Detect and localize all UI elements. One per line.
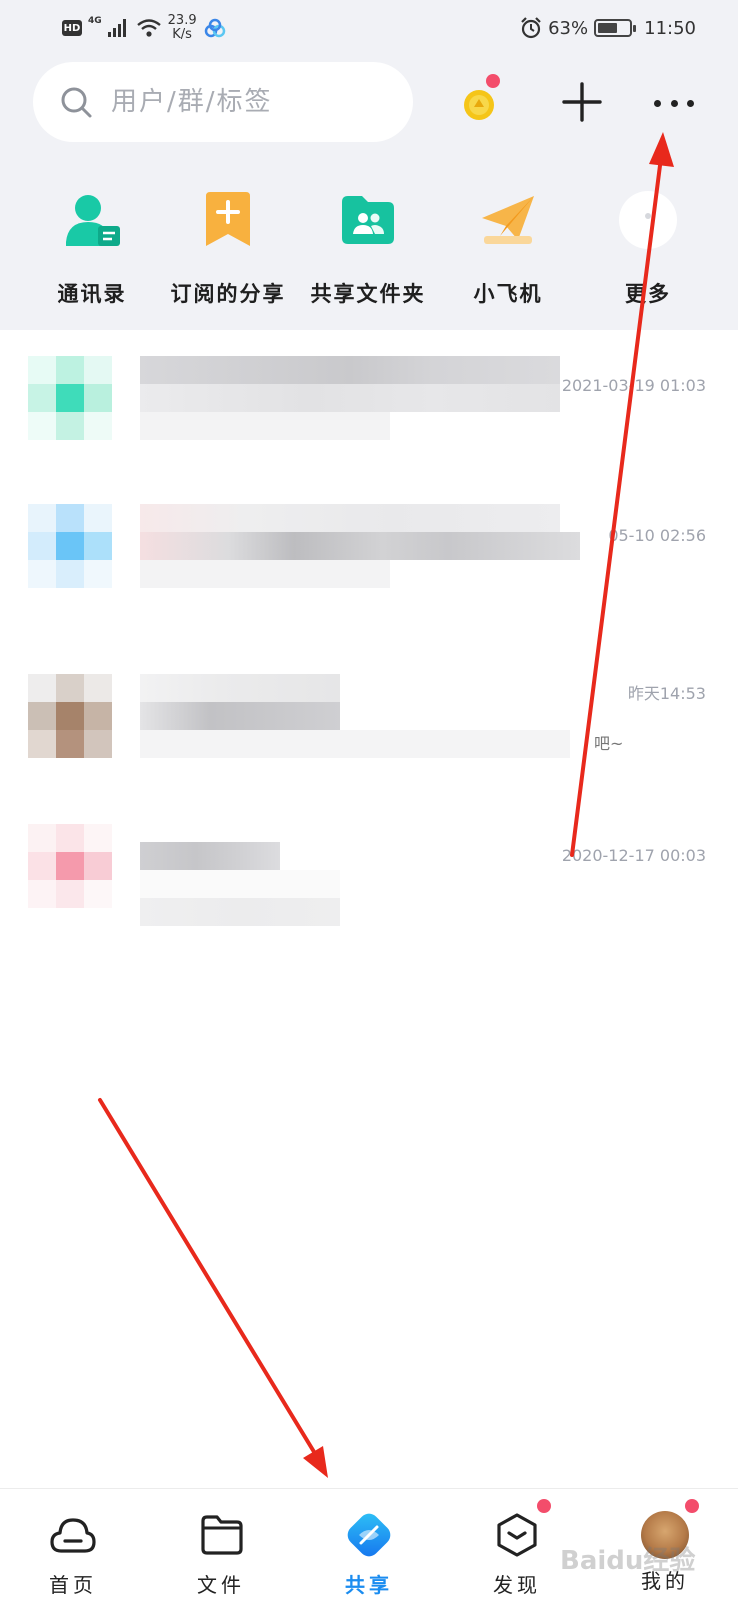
quick-label: 共享文件夹 [310,282,426,306]
signal-icon [107,19,126,37]
coin-button[interactable] [462,74,502,124]
quick-label: 订阅的分享 [170,282,286,306]
message-time: 昨天14:53 [627,684,706,703]
message-preview [140,560,390,588]
search-input[interactable] [111,87,391,117]
quick-more[interactable]: 更多 [578,190,718,308]
alarm-icon [521,17,541,39]
contacts-icon [66,195,120,246]
message-title [140,356,560,384]
status-right: 63% 11:50 [520,17,696,39]
message-time: 2021-03-19 01:03 [561,376,706,395]
quick-label: 小飞机 [473,282,543,306]
hd-badge: HD [62,20,82,36]
search-icon [61,87,92,118]
folder-icon [201,1515,243,1555]
message-preview [140,702,340,730]
message-preview [140,870,340,898]
message-title [140,842,280,870]
avatar [28,504,112,588]
cloud-home-icon [50,1518,96,1553]
add-button[interactable] [560,80,604,124]
share-icon [347,1513,391,1557]
message-item[interactable]: 2020-12-17 00:03 [0,810,738,940]
quick-subscribed-shares[interactable]: 订阅的分享 [158,190,298,308]
message-item[interactable]: 2021-03-19 01:03 [0,340,738,470]
message-time: 2020-12-17 00:03 [561,846,706,865]
speed-value: 23.9 [167,13,197,28]
message-preview [140,898,340,926]
avatar [28,824,112,908]
message-item[interactable]: 05-10 02:56 [0,490,738,620]
quick-shared-folder[interactable]: 共享文件夹 [298,190,438,308]
network-speed: 23.9 K/s [168,14,197,42]
tab-label: 共享 [345,1573,393,1597]
watermark: Baidu经验 [560,1546,696,1576]
message-title [140,674,340,702]
message-snippet: 吧~ [594,734,624,753]
message-title [140,504,560,532]
more-dot-icon [654,99,661,107]
discover-badge [537,1499,551,1513]
message-time: 05-10 02:56 [608,526,706,545]
network-type: 4G [88,16,102,26]
more-dot-icon [687,99,694,107]
more-menu-button[interactable] [650,88,698,118]
tab-label: 发现 [493,1573,541,1597]
quick-actions: 通讯录 订阅的分享 共享文件夹 小飞机 更多 [0,190,738,310]
more-dot-icon [670,99,678,107]
quick-contacts[interactable]: 通讯录 [22,190,162,308]
wifi-icon [136,19,161,37]
mine-badge [685,1499,699,1513]
quick-paper-plane[interactable]: 小飞机 [438,190,578,308]
speed-unit: K/s [172,27,192,42]
cloud-sync-icon [204,18,225,38]
message-preview [140,532,580,560]
bookmark-add-icon [206,192,250,246]
tab-label: 首页 [49,1573,97,1597]
arrow-to-share-tab [98,1098,324,1467]
avatar [28,356,112,440]
tab-home[interactable]: 首页 [13,1489,133,1600]
tab-share[interactable]: 共享 [309,1489,429,1600]
clock: 11:50 [644,17,696,39]
message-item[interactable]: 昨天14:53 吧~ [0,660,738,790]
tab-files[interactable]: 文件 [161,1489,281,1600]
message-preview [140,730,570,758]
coin-icon [464,90,494,120]
shared-folder-icon [342,196,394,244]
discover-icon [497,1513,537,1557]
coin-badge [486,74,500,88]
plus-icon [562,82,602,122]
message-preview [140,384,560,412]
status-left: HD 4G 23.9 K/s [62,14,227,42]
avatar [28,674,112,758]
arrow-head [303,1446,328,1478]
quick-label: 通讯录 [57,282,127,306]
tab-label: 文件 [197,1573,245,1597]
battery-percent: 63% [548,17,589,39]
battery-icon [594,19,637,37]
message-preview [140,412,390,440]
tab-discover[interactable]: 发现 [457,1489,577,1600]
search-bar[interactable] [33,62,413,142]
quick-label: 更多 [625,282,671,306]
more-icon [619,191,677,249]
paper-plane-icon [482,196,534,244]
status-bar: HD 4G 23.9 K/s 63% 11:50 [0,0,738,56]
